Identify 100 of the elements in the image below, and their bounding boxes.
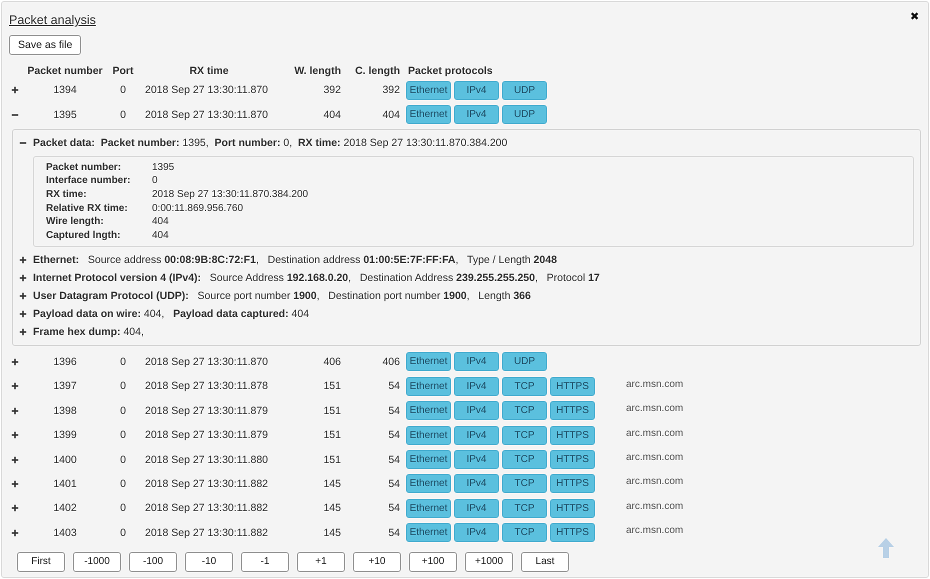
wire-length: 404	[322, 108, 341, 121]
protocol-tag[interactable]: HTTPS	[550, 376, 595, 396]
protocol-tag[interactable]: IPv4	[454, 376, 499, 396]
protocol-tag[interactable]: IPv4	[454, 498, 499, 518]
plus-icon[interactable]	[11, 358, 19, 366]
protocol-tag[interactable]: IPv4	[454, 80, 499, 100]
plus-icon[interactable]	[11, 528, 19, 537]
captured-length: 54	[387, 526, 400, 539]
captured-length: 54	[387, 478, 400, 490]
plus-icon[interactable]	[19, 256, 27, 264]
plus-icon[interactable]	[11, 504, 19, 512]
wire-length: 145	[322, 502, 341, 514]
captured-length: 392	[381, 84, 400, 96]
protocol-tag[interactable]: TCP	[502, 498, 547, 518]
protocol-tag[interactable]: IPv4	[454, 523, 499, 542]
protocol-tag[interactable]: HTTPS	[550, 426, 595, 445]
title-link[interactable]: Packet analysis	[9, 13, 96, 27]
plus-icon[interactable]	[11, 86, 19, 94]
protocol-tag[interactable]: HTTPS	[550, 450, 595, 469]
host-name: arc.msn.com	[626, 403, 684, 414]
protocol-tag[interactable]: IPv4	[454, 352, 499, 372]
protocol-tag[interactable]: TCP	[502, 450, 547, 469]
protocol-tag[interactable]: Ethernet	[406, 105, 451, 124]
protocol-tag[interactable]: HTTPS	[550, 523, 595, 542]
column-header: RX time	[188, 64, 230, 76]
protocol-tag[interactable]: IPv4	[454, 474, 499, 494]
plus-icon[interactable]	[11, 406, 19, 415]
plus-icon[interactable]	[19, 274, 27, 282]
port-cell-text: 0	[119, 380, 127, 392]
protocol-tag[interactable]: UDP	[502, 80, 547, 100]
plus-icon[interactable]	[11, 480, 19, 488]
protocol-tag[interactable]: IPv4	[454, 426, 499, 445]
page-button[interactable]: Last	[521, 552, 569, 572]
page-button[interactable]: First	[17, 552, 65, 572]
protocol-tag[interactable]: TCP	[502, 426, 547, 445]
packet-number: 1395	[52, 108, 78, 121]
protocol-tag[interactable]: TCP	[502, 376, 547, 396]
captured-length: 54	[387, 404, 400, 417]
port-cell-text: 0	[119, 404, 127, 417]
protocol-tag[interactable]: IPv4	[454, 450, 499, 469]
protocol-tag[interactable]: Ethernet	[406, 474, 451, 494]
protocol-tag[interactable]: UDP	[502, 352, 547, 372]
close-button[interactable]: ✖	[910, 10, 919, 23]
plus-icon[interactable]	[19, 292, 27, 300]
plus-icon[interactable]	[11, 456, 19, 464]
section-summary: Frame hex dump: 404,	[33, 326, 144, 338]
section-summary: Internet Protocol version 4 (IPv4): Source Address 192.168.0.20, Destination Address 239.255.255.250, Protocol 17	[33, 272, 600, 284]
wire-length: 151	[322, 404, 341, 417]
port-cell-text: 0	[119, 429, 127, 442]
rx-time: 2018 Sep 27 13:30:11.879	[144, 404, 270, 417]
host-name: arc.msn.com	[626, 452, 684, 463]
wire-length: 151	[322, 429, 341, 442]
plus-icon[interactable]	[11, 431, 19, 440]
protocol-tag[interactable]: Ethernet	[406, 450, 451, 469]
column-header: Packet protocols	[407, 64, 494, 76]
protocol-tag[interactable]: UDP	[502, 105, 547, 124]
protocol-tag[interactable]: HTTPS	[550, 474, 595, 494]
rx-time: 2018 Sep 27 13:30:11.878	[144, 380, 270, 392]
protocol-tag[interactable]: Ethernet	[406, 426, 451, 445]
protocol-tag[interactable]: IPv4	[454, 105, 499, 124]
captured-length: 406	[381, 356, 400, 368]
protocol-tag[interactable]: TCP	[502, 523, 547, 542]
protocol-tag[interactable]: Ethernet	[406, 352, 451, 372]
protocol-tag[interactable]: TCP	[502, 474, 547, 494]
protocol-tag[interactable]: Ethernet	[406, 80, 451, 100]
protocol-tag[interactable]: HTTPS	[550, 401, 595, 420]
page-button[interactable]: -100	[129, 552, 177, 572]
section-summary: Ethernet: Source address 00:08:9B:8C:72:F1, Destination address 01:00:5E:7F:FF:FA, Type / Length 2048	[33, 254, 557, 266]
host-name: arc.msn.com	[626, 525, 684, 536]
section-summary: User Datagram Protocol (UDP): Source port number 1900, Destination port number 1900, Length 366	[33, 290, 531, 302]
protocol-tag[interactable]: Ethernet	[406, 401, 451, 420]
field-value: 0:00:11.869.956.760	[152, 202, 244, 214]
column-header: C. length	[354, 64, 400, 76]
rx-time: 2018 Sep 27 13:30:11.882	[144, 502, 270, 514]
protocol-tag[interactable]: Ethernet	[406, 523, 451, 542]
plus-icon[interactable]	[19, 310, 27, 318]
page-button[interactable]: -1	[241, 552, 289, 572]
section-summary: Payload data on wire: 404, Payload data captured: 404	[33, 308, 310, 320]
protocol-tag[interactable]: TCP	[502, 401, 547, 420]
page-button[interactable]: +100	[409, 552, 457, 572]
protocol-tag[interactable]: HTTPS	[550, 498, 595, 518]
protocol-tag[interactable]: Ethernet	[406, 498, 451, 518]
wire-length: 406	[322, 356, 341, 368]
page-button[interactable]: -1000	[73, 552, 121, 572]
field-label: Wire length:	[46, 216, 105, 228]
protocol-tag[interactable]: IPv4	[454, 401, 499, 420]
wire-length: 151	[322, 454, 341, 466]
plus-icon[interactable]	[19, 328, 27, 336]
wire-length: 392	[322, 84, 341, 96]
save-button[interactable]: Save as file	[9, 35, 82, 55]
page-button[interactable]: -10	[185, 552, 233, 572]
page-button[interactable]: +1000	[465, 552, 513, 572]
column-header: Port	[112, 64, 134, 76]
port-cell-text: 0	[119, 84, 127, 96]
packet-number: 1394	[52, 84, 78, 96]
page-button[interactable]: +10	[353, 552, 401, 572]
plus-icon[interactable]	[11, 382, 19, 390]
captured-length: 54	[387, 380, 400, 392]
protocol-tag[interactable]: Ethernet	[406, 376, 451, 396]
page-button[interactable]: +1	[297, 552, 345, 572]
